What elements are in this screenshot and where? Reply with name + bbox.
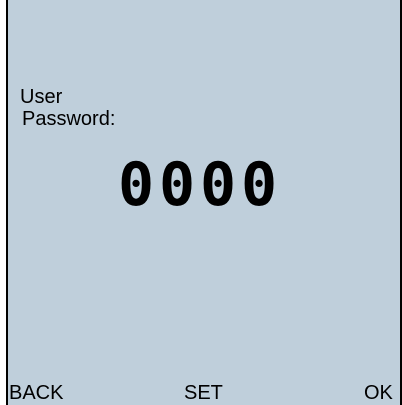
password-digit-4[interactable]: 0 — [241, 150, 277, 212]
svg-text:0: 0 — [159, 150, 195, 212]
prompt-user-label: User — [20, 86, 63, 108]
svg-text:0: 0 — [241, 150, 277, 212]
back-softkey[interactable]: BACK — [9, 381, 63, 405]
ok-softkey[interactable]: OK — [364, 381, 393, 405]
prompt-password-label: Password: — [22, 108, 116, 130]
password-digit-1[interactable]: 0 — [118, 150, 154, 212]
svg-text:0: 0 — [200, 150, 236, 212]
svg-text:0: 0 — [118, 150, 154, 212]
password-entry[interactable]: 0 0 0 0 — [118, 150, 277, 212]
password-digit-3[interactable]: 0 — [200, 150, 236, 212]
password-digit-2[interactable]: 0 — [159, 150, 195, 212]
lcd-screen: User Password: 0 0 0 0 BACK SET OK — [6, 0, 402, 405]
set-softkey[interactable]: SET — [184, 381, 223, 405]
